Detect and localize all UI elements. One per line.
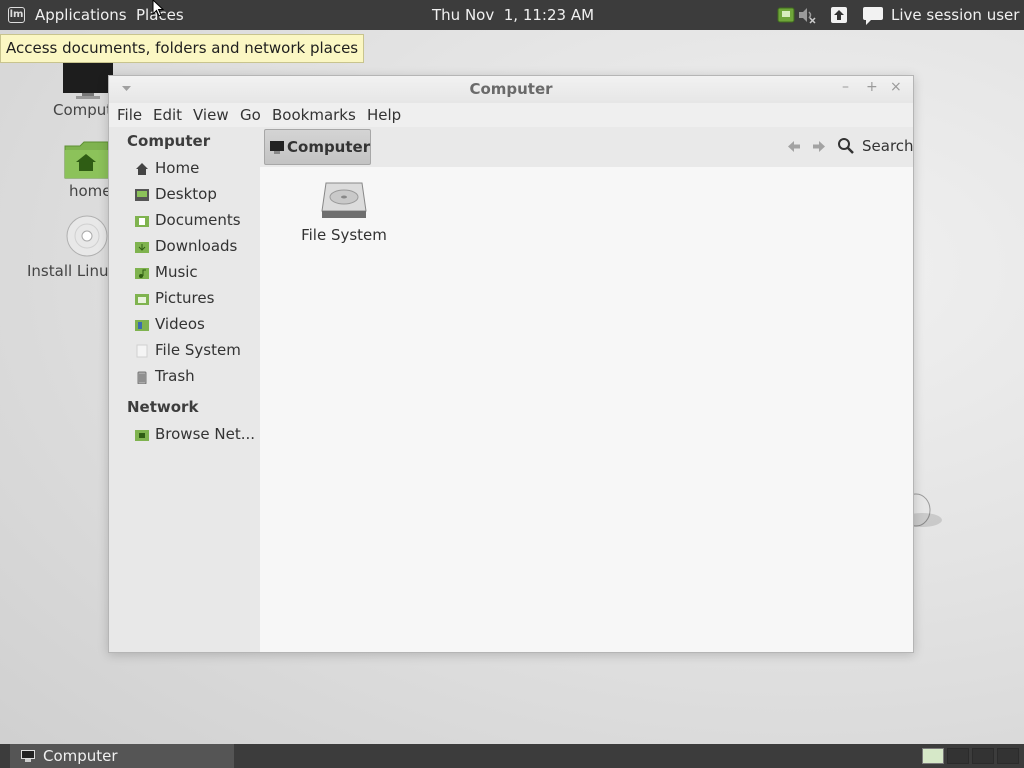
- menu-edit[interactable]: Edit: [153, 103, 182, 127]
- applications-menu[interactable]: Applications: [35, 0, 127, 30]
- path-bar-label: Computer: [287, 138, 371, 156]
- sidebar-item-home[interactable]: Home: [135, 158, 260, 182]
- volume-muted-icon[interactable]: [797, 6, 817, 24]
- mint-logo-icon[interactable]: lm: [8, 7, 25, 23]
- sidebar-item-label: Music: [155, 263, 198, 281]
- music-folder-icon: [135, 268, 149, 279]
- window-titlebar[interactable]: Computer – + ×: [109, 76, 913, 103]
- disc-icon: [66, 215, 108, 257]
- sidebar-item-label: Browse Net...: [155, 425, 256, 443]
- menu-help[interactable]: Help: [367, 103, 401, 127]
- sidebar-item-label: Downloads: [155, 237, 238, 255]
- videos-folder-icon: [135, 320, 149, 331]
- search-button[interactable]: Search: [838, 135, 918, 159]
- taskbar-button-label: Computer: [43, 747, 118, 765]
- menu-go[interactable]: Go: [240, 103, 261, 127]
- taskbar-button-computer[interactable]: Computer: [10, 744, 234, 768]
- computer-icon: [270, 141, 284, 154]
- sidebar-item-label: Videos: [155, 315, 205, 333]
- forward-arrow-icon[interactable]: [813, 141, 825, 152]
- wallpaper-decoration: [912, 493, 942, 527]
- chat-bubble-icon[interactable]: [862, 6, 884, 26]
- minimize-icon[interactable]: –: [842, 79, 849, 95]
- desktop-icon: [135, 189, 149, 201]
- workspace-3[interactable]: [972, 748, 994, 764]
- sidebar-item-music[interactable]: Music: [135, 262, 260, 286]
- file-manager-window: Computer – + × File Edit View Go Bookmar…: [108, 75, 914, 653]
- filesystem-icon: [136, 344, 148, 358]
- sidebar-item-desktop[interactable]: Desktop: [135, 184, 260, 208]
- sidebar-item-documents[interactable]: Documents: [135, 210, 260, 234]
- clock[interactable]: Thu Nov 1, 11:23 AM: [432, 0, 594, 30]
- workspace-1[interactable]: [922, 748, 944, 764]
- places-tooltip: Access documents, folders and network pl…: [0, 34, 365, 63]
- sidebar-item-label: Documents: [155, 211, 241, 229]
- sidebar-item-label: Home: [155, 159, 200, 177]
- sidebar-item-pictures[interactable]: Pictures: [135, 288, 260, 312]
- harddisk-icon: [321, 182, 367, 218]
- sidebar-item-videos[interactable]: Videos: [135, 314, 260, 338]
- maximize-icon[interactable]: +: [866, 79, 878, 95]
- sidebar-item-label: File System: [155, 341, 241, 359]
- path-bar-computer-button[interactable]: Computer: [264, 129, 371, 165]
- location-toolbar: Computer Search: [260, 127, 914, 167]
- menu-file[interactable]: File: [117, 103, 142, 127]
- computer-icon: [21, 750, 35, 762]
- search-icon: [838, 138, 854, 154]
- file-item-label: File System: [301, 226, 387, 244]
- pictures-folder-icon: [135, 294, 149, 305]
- monitor-icon: [63, 60, 113, 99]
- bottom-panel: Computer: [0, 744, 1024, 768]
- workspace-2[interactable]: [947, 748, 969, 764]
- top-panel: lm Applications Places Thu Nov 1, 11:23 …: [0, 0, 1024, 30]
- desktop-icon-install[interactable]: Install Linux Mint: [25, 215, 109, 280]
- file-item-filesystem[interactable]: File System: [296, 181, 392, 244]
- workspace-4[interactable]: [997, 748, 1019, 764]
- sidebar-item-label: Desktop: [155, 185, 217, 203]
- back-arrow-icon[interactable]: [788, 141, 800, 152]
- sidebar-item-label: Pictures: [155, 289, 215, 307]
- sidebar-heading-network: Network: [127, 398, 199, 416]
- window-title: Computer: [469, 80, 553, 98]
- desktop-icon-label: home: [69, 182, 109, 200]
- documents-folder-icon: [135, 216, 149, 227]
- close-icon[interactable]: ×: [890, 79, 902, 95]
- network-manager-icon[interactable]: [777, 6, 795, 24]
- home-icon: [136, 163, 148, 175]
- menu-view[interactable]: View: [193, 103, 229, 127]
- downloads-folder-icon: [135, 242, 149, 253]
- sidebar-item-downloads[interactable]: Downloads: [135, 236, 260, 260]
- sidebar-item-filesystem[interactable]: File System: [135, 340, 260, 364]
- desktop-icon-label: Install Linux Mint: [27, 262, 109, 280]
- mouse-pointer-icon: [152, 0, 164, 17]
- sidebar-item-label: Trash: [155, 367, 195, 385]
- user-menu[interactable]: Live session user: [891, 0, 1019, 30]
- file-view: File System: [260, 167, 913, 652]
- menu-bookmarks[interactable]: Bookmarks: [272, 103, 356, 127]
- sidebar: Computer Home Desktop Documents Download…: [109, 127, 260, 652]
- trash-icon: [137, 371, 147, 384]
- update-manager-icon[interactable]: [830, 6, 848, 24]
- search-label: Search: [862, 137, 914, 155]
- sidebar-heading-computer: Computer: [127, 132, 211, 150]
- menubar: File Edit View Go Bookmarks Help: [109, 103, 913, 127]
- desktop-icon-label: Computer: [53, 101, 108, 119]
- home-folder-icon: [64, 141, 109, 179]
- network-folder-icon: [135, 430, 149, 441]
- sidebar-item-browse-network[interactable]: Browse Net...: [135, 424, 260, 448]
- sidebar-item-trash[interactable]: Trash: [135, 366, 260, 390]
